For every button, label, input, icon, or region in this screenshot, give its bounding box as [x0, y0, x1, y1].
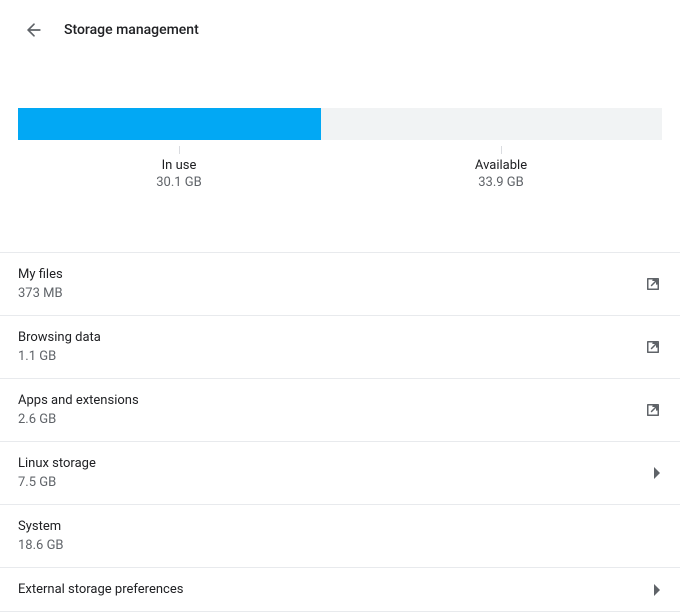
open-external-icon — [644, 338, 662, 356]
list-item-text: System 18.6 GB — [18, 519, 64, 553]
stat-value: 33.9 GB — [340, 175, 662, 190]
list-item: System 18.6 GB — [0, 505, 680, 568]
stat-in-use: In use 30.1 GB — [18, 144, 340, 190]
list-item-text: Browsing data 1.1 GB — [18, 330, 101, 364]
list-item[interactable]: Browsing data 1.1 GB — [0, 316, 680, 379]
stat-value: 30.1 GB — [18, 175, 340, 190]
page-header: Storage management — [0, 0, 680, 60]
list-item-sub: 373 MB — [18, 286, 63, 301]
list-item[interactable]: Apps and extensions 2.6 GB — [0, 379, 680, 442]
stat-available: Available 33.9 GB — [340, 144, 662, 190]
list-item-sub: 1.1 GB — [18, 349, 101, 364]
storage-bar-section: In use 30.1 GB Available 33.9 GB — [0, 108, 680, 190]
arrow-left-icon — [24, 20, 44, 40]
list-item-title: System — [18, 519, 64, 534]
list-item-text: Apps and extensions 2.6 GB — [18, 393, 139, 427]
list-item-title: External storage preferences — [18, 582, 183, 597]
chevron-right-icon — [654, 467, 662, 479]
list-item-text: Linux storage 7.5 GB — [18, 456, 96, 490]
list-item[interactable]: My files 373 MB — [0, 253, 680, 316]
list-item-title: My files — [18, 267, 63, 282]
list-item-title: Apps and extensions — [18, 393, 139, 408]
stat-label: In use — [18, 158, 340, 173]
list-item-text: External storage preferences — [18, 582, 183, 597]
list-item-sub: 7.5 GB — [18, 475, 96, 490]
storage-bar — [18, 108, 662, 140]
list-item-title: Linux storage — [18, 456, 96, 471]
storage-stats: In use 30.1 GB Available 33.9 GB — [18, 144, 662, 190]
list-item-sub: 18.6 GB — [18, 538, 64, 553]
chevron-right-icon — [654, 584, 662, 596]
open-external-icon — [644, 401, 662, 419]
back-button[interactable] — [18, 14, 50, 46]
list-item[interactable]: External storage preferences — [0, 568, 680, 612]
storage-bar-used — [18, 108, 321, 140]
open-external-icon — [644, 275, 662, 293]
list-item-sub: 2.6 GB — [18, 412, 139, 427]
stat-label: Available — [340, 158, 662, 173]
storage-list: My files 373 MB Browsing data 1.1 GB Apps an… — [0, 252, 680, 612]
list-item[interactable]: Linux storage 7.5 GB — [0, 442, 680, 505]
list-item-text: My files 373 MB — [18, 267, 63, 301]
page-title: Storage management — [64, 22, 199, 38]
list-item-title: Browsing data — [18, 330, 101, 345]
